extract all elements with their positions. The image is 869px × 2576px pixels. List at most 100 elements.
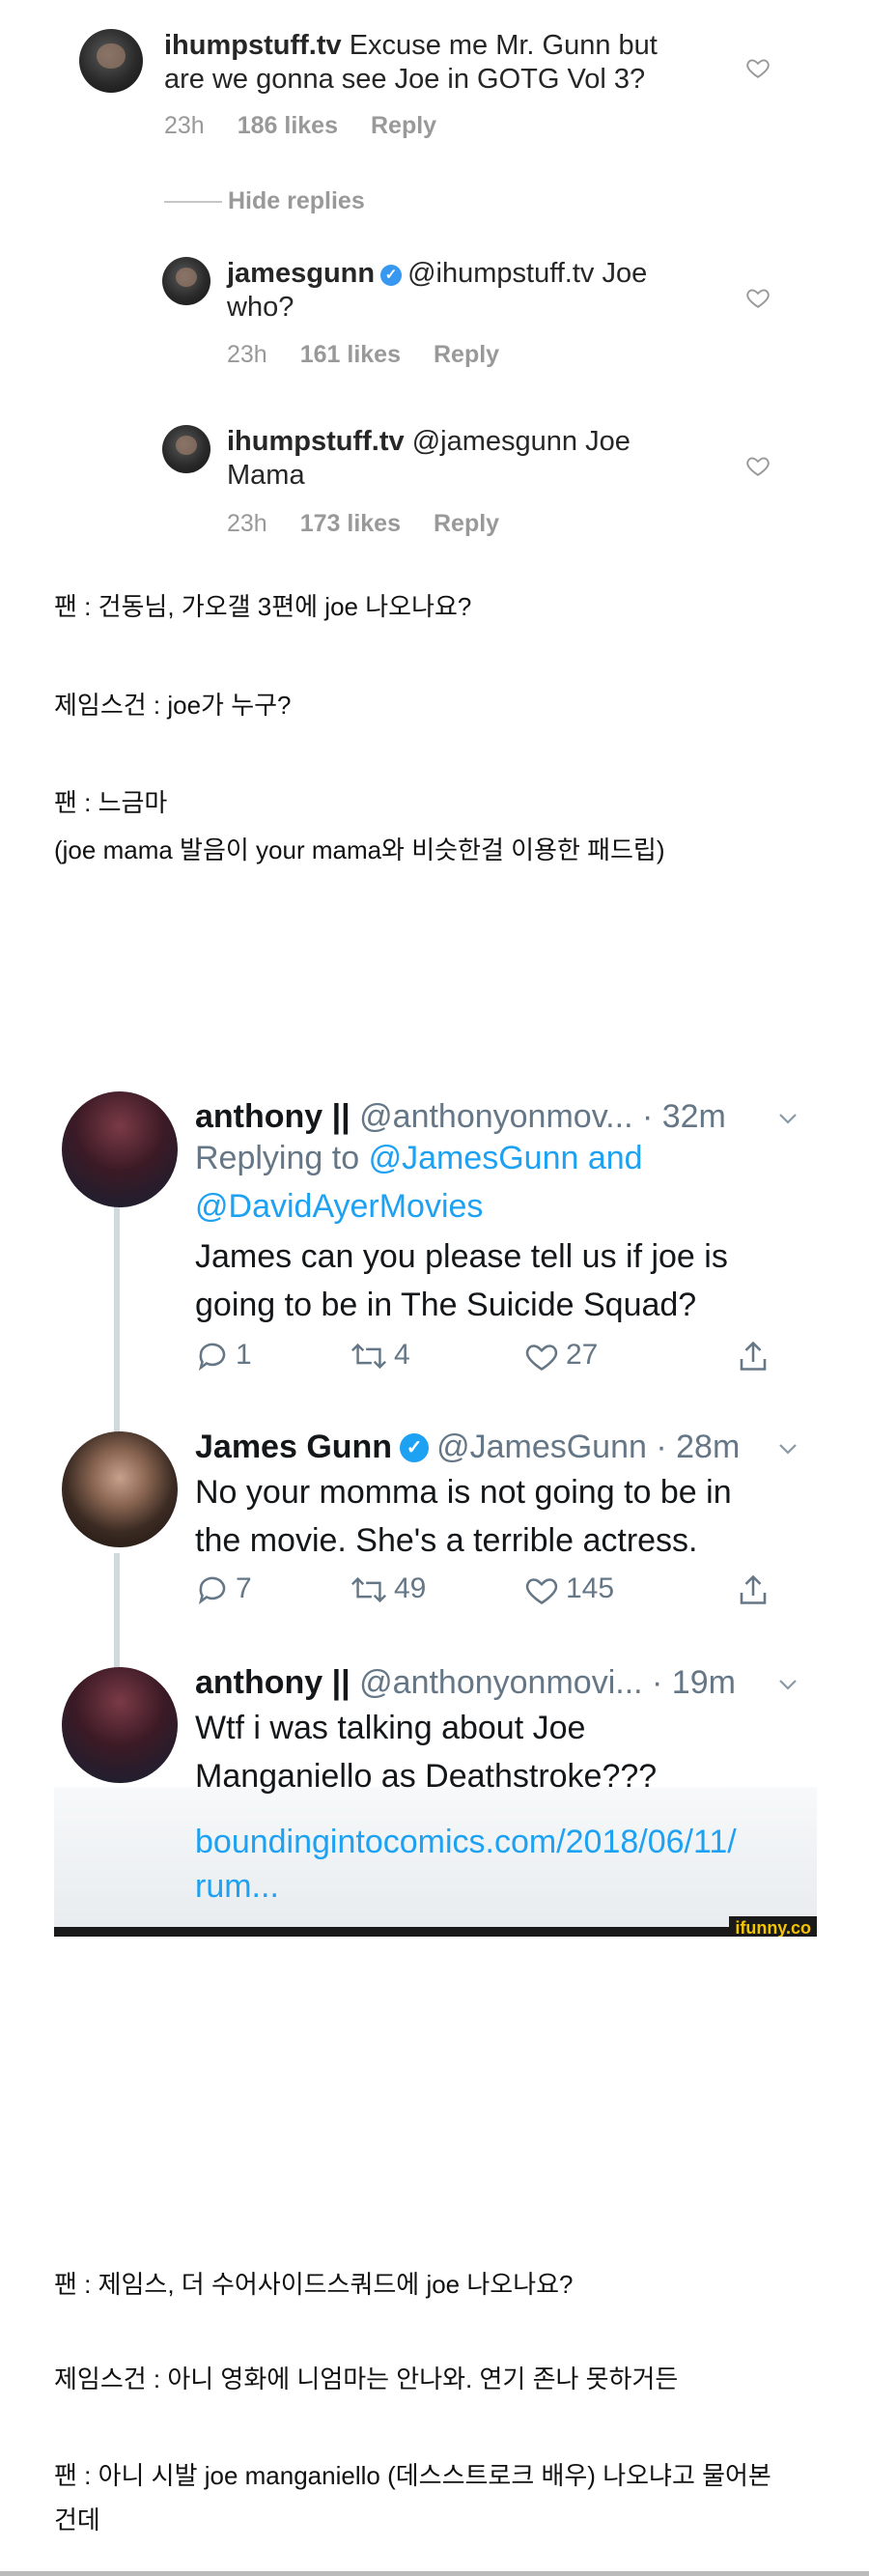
tweet-text: Wtf i was talking about Joe Manganiello … [195, 1704, 813, 1800]
replying-and: and [587, 1140, 643, 1176]
comment-likes[interactable]: 186 likes [238, 112, 338, 139]
avatar[interactable] [62, 1091, 178, 1207]
comment-time: 23h [164, 112, 205, 139]
retweet-count: 4 [394, 1339, 410, 1371]
reply-mention[interactable]: @ihumpstuff.tv Joe [407, 258, 647, 289]
caption-line: 팬 : 제임스, 더 수어사이드스쿼드에 joe 나오나요? [54, 2270, 574, 2299]
retweet-action[interactable]: 49 [350, 1572, 426, 1607]
share-action[interactable] [736, 1572, 776, 1607]
tweet-handle-time[interactable]: @JamesGunn · 28m [436, 1429, 740, 1465]
retweet-action[interactable]: 4 [350, 1339, 410, 1373]
tweet-text: James can you please tell us if joe is g… [195, 1232, 813, 1329]
avatar[interactable] [162, 257, 210, 305]
tweet-header: anthony || @anthonyonmov... · 32m [195, 1097, 726, 1136]
like-count: 145 [566, 1572, 615, 1604]
divider [0, 2571, 869, 2576]
reply-meta: 23h 161 likes Reply [227, 341, 532, 369]
reply-time: 23h [227, 510, 267, 537]
like-count: 27 [566, 1339, 599, 1371]
comment-text: ihumpstuff.tv Excuse me Mr. Gunn but are… [164, 29, 743, 97]
tweet-line: the movie. She's a terrible actress. [195, 1522, 698, 1559]
reply-button[interactable]: Reply [371, 112, 436, 139]
share-icon [740, 1574, 767, 1604]
tweet-line: Manganiello as Deathstroke??? [195, 1758, 658, 1795]
retweet-icon [350, 1576, 387, 1603]
like-action[interactable]: 145 [523, 1572, 614, 1607]
twitter-thread-screenshot: anthony || @anthonyonmov... · 32m Replyi… [54, 1072, 817, 1937]
reply-body: Mama [227, 460, 305, 491]
verified-badge-icon: ✓ [400, 1433, 430, 1462]
reply-body: who? [227, 292, 294, 323]
heart-icon [525, 1578, 558, 1605]
reply-count: 7 [236, 1572, 252, 1604]
heart-icon [525, 1345, 558, 1372]
reply-action[interactable]: 1 [195, 1339, 252, 1373]
chevron-down-icon[interactable] [776, 1437, 799, 1460]
reply-username[interactable]: ihumpstuff.tv [227, 426, 405, 457]
chevron-down-icon[interactable] [776, 1673, 799, 1696]
replying-prefix: Replying to [195, 1140, 360, 1176]
tweet-line: James can you please tell us if joe is [195, 1238, 728, 1275]
reply-likes[interactable]: 161 likes [300, 341, 401, 368]
watermark: ifunny.co [729, 1916, 817, 1937]
caption-line: 팬 : 건동님, 가오갤 3편에 joe 나오나요? [54, 592, 472, 621]
hide-replies-button[interactable]: Hide replies [228, 187, 365, 215]
share-icon [740, 1341, 767, 1371]
reply-button[interactable]: Reply [434, 510, 499, 537]
reply-likes[interactable]: 173 likes [300, 510, 401, 537]
avatar[interactable] [162, 425, 210, 473]
tweet-link[interactable]: boundingintocomics.com/2018/06/11/ rum..… [195, 1820, 813, 1909]
avatar[interactable] [62, 1431, 178, 1547]
comment-meta: 23h 186 likes Reply [164, 112, 469, 140]
divider [164, 201, 222, 203]
caption-line: 제임스건 : 아니 영화에 니엄마는 안나와. 연기 존나 못하거든 [54, 2364, 679, 2393]
tweet-line: going to be in The Suicide Squad? [195, 1287, 697, 1323]
mention-link[interactable]: @DavidAyerMovies [195, 1188, 483, 1225]
caption-line: 팬 : 아니 시발 joe manganiello (데스스트로크 배우) 나오… [54, 2461, 771, 2490]
comment-username[interactable]: ihumpstuff.tv [164, 30, 342, 61]
caption-line: 팬 : 느금마 [54, 788, 168, 817]
tweet-line: No your momma is not going to be in [195, 1474, 732, 1511]
tweet-actions: 7 49 145 [195, 1572, 794, 1611]
reply-icon [198, 1343, 226, 1372]
link-url[interactable]: boundingintocomics.com/2018/06/11/ [195, 1824, 737, 1860]
mention-link[interactable]: @JamesGunn [369, 1140, 579, 1176]
reply-mention[interactable]: @jamesgunn Joe [412, 426, 631, 457]
avatar[interactable] [79, 29, 143, 93]
retweet-icon [350, 1343, 387, 1370]
reply-meta: 23h 173 likes Reply [227, 510, 532, 538]
tweet-author-name[interactable]: anthony || [195, 1098, 350, 1135]
avatar[interactable] [62, 1667, 178, 1783]
caption-line: 제임스건 : joe가 누구? [54, 691, 292, 720]
reply-icon [198, 1576, 226, 1605]
heart-icon[interactable] [745, 285, 771, 310]
caption-line: (joe mama 발음이 your mama와 비슷한걸 이용한 패드립) [54, 835, 665, 864]
chevron-down-icon[interactable] [776, 1107, 799, 1130]
tweet-line: Wtf i was talking about Joe [195, 1710, 586, 1746]
heart-icon[interactable] [745, 453, 771, 478]
tweet-handle-time[interactable]: @anthonyonmovi... · 19m [359, 1664, 736, 1701]
reply-button[interactable]: Reply [434, 341, 499, 368]
reply-username[interactable]: jamesgunn [227, 258, 375, 289]
reply-count: 1 [236, 1339, 252, 1371]
reply-time: 23h [227, 341, 267, 368]
heart-icon[interactable] [745, 55, 771, 80]
retweet-count: 49 [394, 1572, 427, 1604]
comment-body: are we gonna see Joe in GOTG Vol 3? [164, 64, 646, 95]
tweet-author-name[interactable]: James Gunn [195, 1429, 392, 1465]
replying-to: Replying to @JamesGunn and @DavidAyerMov… [195, 1134, 794, 1231]
instagram-comments-screenshot: ihumpstuff.tv Excuse me Mr. Gunn but are… [0, 0, 869, 570]
tweet-actions: 1 4 27 [195, 1339, 794, 1377]
tweet-header: James Gunn ✓ @JamesGunn · 28m [195, 1428, 740, 1466]
caption-line: 건데 [54, 2505, 100, 2534]
reply-text: ihumpstuff.tv @jamesgunn Joe Mama [227, 425, 729, 493]
tweet-author-name[interactable]: anthony || [195, 1664, 350, 1701]
like-action[interactable]: 27 [523, 1339, 598, 1373]
reply-action[interactable]: 7 [195, 1572, 252, 1607]
tweet-handle-time[interactable]: @anthonyonmov... · 32m [359, 1098, 726, 1135]
watermark-bar [54, 1927, 817, 1937]
share-action[interactable] [736, 1339, 776, 1373]
hide-replies-label: Hide replies [228, 187, 365, 214]
tweet-header: anthony || @anthonyonmovi... · 19m [195, 1663, 736, 1702]
link-url[interactable]: rum... [195, 1868, 279, 1905]
